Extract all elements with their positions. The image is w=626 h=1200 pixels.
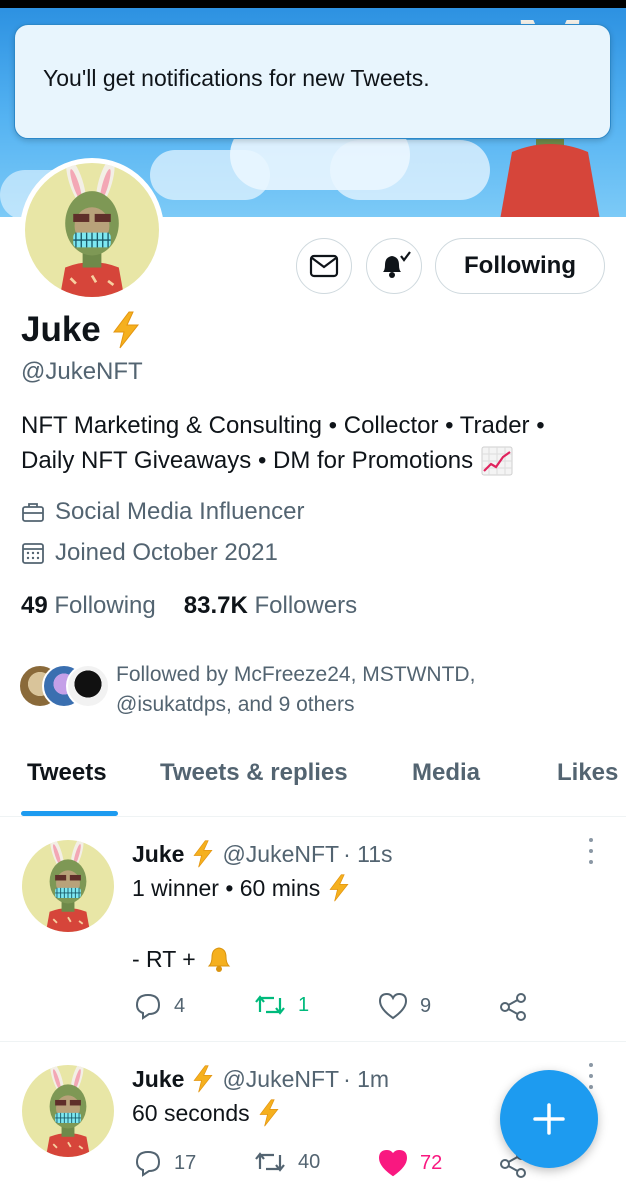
followed-by[interactable]: Followed by McFreeze24, MSTWNTD, @isukat… (18, 660, 516, 720)
reply-button[interactable]: 4 (134, 992, 185, 1020)
followed-by-line-1: Followed by McFreeze24, MSTWNTD, (116, 663, 476, 686)
retweet-icon (255, 995, 285, 1015)
share-button[interactable] (498, 992, 528, 1022)
tweet-author-name: Juke (132, 840, 185, 867)
ape-avatar-image (22, 1065, 114, 1157)
tab-tweets-replies[interactable]: Tweets & replies (160, 759, 348, 787)
lightning-bolt-icon (193, 1065, 213, 1093)
retweet-icon (255, 1152, 285, 1172)
tweet-text-line-2: - RT + (132, 944, 234, 974)
chart-increasing-icon (481, 446, 513, 475)
following-count: 49 (21, 592, 48, 619)
retweet-button[interactable]: 40 (254, 1149, 320, 1175)
followed-by-line-2: @isukatdps, and 9 others (116, 693, 355, 716)
followers-count: 83.7K (183, 592, 248, 619)
following-button[interactable]: Following (435, 238, 605, 294)
reply-button[interactable]: 17 (134, 1149, 196, 1177)
message-button[interactable] (296, 238, 352, 294)
like-count: 9 (420, 994, 432, 1017)
profile-name: Juke (21, 310, 101, 349)
profile-handle: @JukeNFT (21, 358, 143, 385)
retweet-count: 1 (298, 993, 310, 1016)
like-button[interactable]: 9 (378, 992, 431, 1020)
bell-icon (207, 947, 230, 972)
bio-line-1: NFT Marketing & Consulting • Collector •… (21, 412, 545, 439)
followed-by-avatars (18, 660, 110, 712)
category-label: Social Media Influencer (55, 498, 305, 525)
following-link[interactable]: 49 Following (21, 592, 156, 620)
following-label: Following (54, 592, 156, 619)
bio-line-2: Daily NFT Giveaways • DM for Promotions (21, 447, 474, 474)
tab-tweets[interactable]: Tweets (27, 759, 107, 787)
tweet-text: 1 winner • 60 mins (132, 874, 321, 901)
reply-count: 4 (174, 994, 186, 1017)
tweet-author-handle: @JukeNFT (222, 1065, 340, 1092)
tweet-text: 60 seconds (132, 1099, 250, 1126)
active-tab-indicator (21, 811, 118, 816)
tweet-time: · 1m (343, 1065, 390, 1092)
more-options-icon[interactable] (586, 1063, 596, 1089)
followers-link[interactable]: 83.7K Followers (184, 592, 357, 620)
ape-avatar-image (25, 163, 159, 297)
lightning-bolt-icon (193, 840, 213, 868)
ape-avatar-image (22, 840, 114, 932)
toast-message: You'll get notifications for new Tweets. (43, 65, 430, 91)
heart-icon (378, 992, 408, 1020)
reply-count: 17 (174, 1151, 197, 1174)
notification-toast: You'll get notifications for new Tweets. (14, 24, 611, 139)
followers-label: Followers (254, 592, 358, 619)
tweet[interactable]: Juke @JukeNFT · 11s 1 winner • 60 mins -… (0, 818, 626, 1042)
like-count: 72 (420, 1151, 443, 1174)
more-options-icon[interactable] (586, 838, 596, 864)
tweet-actions: 4 1 9 (134, 992, 534, 1024)
profile-bio: NFT Marketing & Consulting • Collector •… (21, 408, 611, 478)
tweet-author-handle: @JukeNFT (222, 840, 340, 867)
retweet-button[interactable]: 1 (254, 992, 309, 1018)
briefcase-icon (22, 503, 44, 522)
lightning-bolt-icon (112, 311, 139, 349)
tab-media[interactable]: Media (412, 759, 480, 787)
tweet-avatar[interactable] (22, 1065, 114, 1157)
heart-filled-icon (378, 1149, 408, 1177)
tweet-header: Juke @JukeNFT · 1m (132, 1065, 389, 1093)
notifications-button[interactable] (366, 238, 422, 294)
compose-tweet-button[interactable] (500, 1070, 598, 1168)
tweet-actions: 17 40 72 (134, 1149, 534, 1181)
status-bar (0, 0, 626, 8)
bell-check-icon (383, 251, 411, 278)
plus-icon (533, 1103, 565, 1135)
tweet-header: Juke @JukeNFT · 11s (132, 840, 393, 868)
tweet-avatar[interactable] (22, 840, 114, 932)
reply-icon (135, 993, 161, 1020)
joined-label: Joined October 2021 (55, 539, 278, 566)
share-icon (500, 993, 526, 1021)
followed-by-text: Followed by McFreeze24, MSTWNTD, @isukat… (116, 660, 516, 720)
like-button[interactable]: 72 (378, 1149, 442, 1177)
calendar-icon (22, 543, 44, 564)
tab-likes[interactable]: Likes (557, 759, 618, 787)
avatar (66, 664, 110, 708)
retweet-count: 40 (298, 1150, 321, 1173)
tweet-text-line-1: 1 winner • 60 mins (132, 874, 350, 902)
tweet-time: · 11s (343, 840, 393, 867)
profile-avatar[interactable] (20, 158, 164, 302)
lightning-bolt-icon (259, 1099, 279, 1127)
profile-name-row: Juke (21, 310, 141, 350)
profile-joined: Joined October 2021 (21, 539, 278, 567)
tweet-text: - RT + (132, 945, 196, 972)
reply-icon (135, 1150, 161, 1177)
lightning-bolt-icon (329, 874, 349, 902)
follow-counts: 49 Following 83.7K Followers (21, 592, 357, 620)
envelope-icon (309, 254, 339, 278)
profile-tabs: Tweets Tweets & replies Media Likes (0, 745, 626, 817)
tweet-author-name: Juke (132, 1065, 185, 1092)
tweet-text-line-1: 60 seconds (132, 1099, 280, 1127)
profile-category: Social Media Influencer (21, 498, 304, 526)
